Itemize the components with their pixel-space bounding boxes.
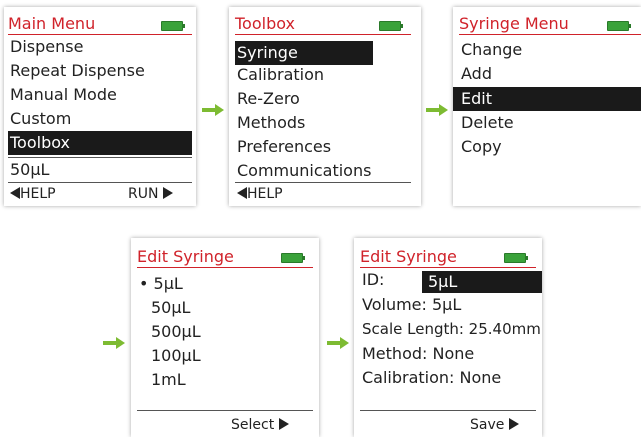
main-menu-title: Main Menu (8, 14, 96, 33)
id-input[interactable]: 5µL (422, 271, 542, 293)
battery-icon (504, 253, 528, 263)
run-softkey[interactable]: RUN (128, 185, 173, 203)
syringe-menu-title: Syringe Menu (459, 14, 569, 33)
menu-item-communications[interactable]: Communications (235, 159, 417, 183)
green-flow-arrow-icon (327, 337, 349, 349)
title-divider (235, 34, 411, 35)
battery-icon (607, 21, 631, 31)
right-triangle-icon (162, 187, 173, 199)
save-softkey[interactable]: Save (470, 416, 519, 434)
help-softkey[interactable]: HELP (237, 185, 283, 203)
menu-item-dispense[interactable]: Dispense (8, 35, 192, 59)
main-menu-screen: Main Menu Dispense Repeat Dispense Manua… (4, 7, 196, 206)
menu-item-syringe[interactable]: Syringe (235, 41, 373, 65)
green-flow-arrow-icon (426, 104, 448, 116)
help-label: HELP (20, 186, 56, 202)
footer-divider (137, 410, 313, 411)
menu-item-re-zero[interactable]: Re-Zero (235, 87, 417, 111)
syringe-item-500ul[interactable]: 500µL (137, 320, 315, 344)
battery-icon (379, 21, 403, 31)
syringe-item-1ml[interactable]: 1mL (137, 368, 315, 392)
syringe-item-100ul[interactable]: 100µL (137, 344, 315, 368)
volume-field[interactable]: Volume: 5µL (360, 293, 542, 317)
select-label: Select (231, 417, 275, 433)
left-triangle-icon (237, 187, 247, 199)
menu-item-custom[interactable]: Custom (8, 107, 192, 131)
green-flow-arrow-icon (202, 104, 224, 116)
menu-item-edit[interactable]: Edit (453, 87, 641, 111)
help-softkey[interactable]: HELP (10, 185, 56, 203)
menu-item-manual-mode[interactable]: Manual Mode (8, 83, 192, 107)
syringe-menu-screen: Syringe Menu Change Add Edit Delete Copy (453, 7, 641, 206)
calibration-field[interactable]: Calibration: None (360, 366, 542, 390)
status-volume: 50µL (10, 160, 50, 179)
menu-item-calibration[interactable]: Calibration (235, 63, 417, 87)
left-triangle-icon (10, 187, 20, 199)
menu-item-preferences[interactable]: Preferences (235, 135, 417, 159)
right-triangle-icon (508, 418, 519, 430)
method-field[interactable]: Method: None (360, 342, 542, 366)
right-triangle-icon (278, 418, 289, 430)
select-softkey[interactable]: Select (231, 416, 289, 434)
menu-item-copy[interactable]: Copy (459, 135, 641, 159)
toolbox-title: Toolbox (235, 14, 295, 33)
help-label: HELP (247, 186, 283, 202)
menu-item-toolbox[interactable]: Toolbox (8, 131, 192, 155)
title-divider (137, 267, 313, 268)
menu-item-methods[interactable]: Methods (235, 111, 417, 135)
toolbox-screen: Toolbox Syringe Calibration Re-Zero Meth… (229, 7, 421, 206)
save-label: Save (470, 417, 505, 433)
green-flow-arrow-icon (103, 337, 125, 349)
id-label: ID: (362, 270, 385, 289)
edit-syringe-detail-screen: Edit Syringe ID: 5µL Volume: 5µL Scale L… (354, 238, 542, 437)
syringe-item-5ul[interactable]: • 5µL (137, 272, 315, 296)
selected-bullet: • (139, 274, 149, 293)
edit-syringe-list-screen: Edit Syringe • 5µL 50µL 500µL 100µL 1mL … (131, 238, 319, 437)
menu-item-repeat-dispense[interactable]: Repeat Dispense (8, 59, 192, 83)
battery-icon (281, 253, 305, 263)
battery-icon (161, 21, 185, 31)
menu-item-delete[interactable]: Delete (459, 111, 641, 135)
scale-length-field[interactable]: Scale Length: 25.40mm (360, 317, 542, 341)
edit-syringe-title: Edit Syringe (360, 247, 457, 266)
menu-item-add[interactable]: Add (459, 62, 641, 86)
footer-divider (360, 410, 536, 411)
footer-divider (8, 182, 192, 183)
syringe-item-50ul[interactable]: 50µL (137, 296, 315, 320)
run-label: RUN (128, 186, 159, 202)
footer-divider (235, 182, 411, 183)
title-divider (459, 34, 641, 35)
menu-item-change[interactable]: Change (459, 38, 641, 62)
syringe-item-label: 5µL (153, 274, 183, 293)
edit-syringe-title: Edit Syringe (137, 247, 234, 266)
